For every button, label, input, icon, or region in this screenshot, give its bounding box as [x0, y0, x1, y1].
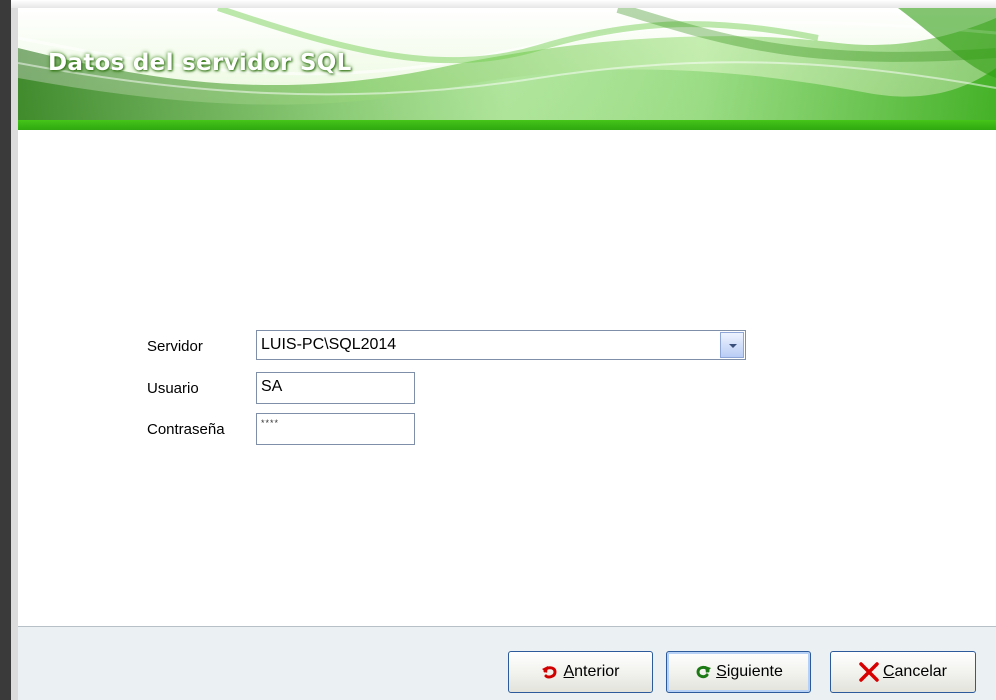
button-bar: Anterior Siguiente Cancelar: [18, 626, 996, 700]
siguiente-button[interactable]: Siguiente: [666, 651, 811, 693]
usuario-field[interactable]: SA: [256, 372, 415, 404]
usuario-value: SA: [261, 378, 283, 395]
chevron-down-icon[interactable]: [720, 332, 744, 358]
servidor-combobox[interactable]: LUIS-PC\SQL2014: [256, 330, 746, 360]
window-frame-top: [0, 0, 996, 8]
contrasena-masked-value: ****: [261, 418, 280, 428]
servidor-label: Servidor: [147, 338, 203, 355]
wizard-window: Datos del servidor SQL Servidor LUIS-PC\…: [18, 8, 996, 700]
window-frame-left-inner: [11, 8, 18, 700]
contrasena-label: Contraseña: [147, 421, 225, 438]
red-x-icon: [859, 662, 879, 682]
servidor-value: LUIS-PC\SQL2014: [261, 336, 397, 353]
anterior-label: Anterior: [563, 663, 620, 680]
window-frame-left: [0, 0, 11, 700]
anterior-button[interactable]: Anterior: [508, 651, 653, 693]
banner-accent-bar: [18, 120, 996, 130]
usuario-label: Usuario: [147, 380, 199, 397]
form-area: Servidor LUIS-PC\SQL2014 Usuario SA Cont…: [18, 130, 996, 626]
contrasena-field[interactable]: ****: [256, 413, 415, 445]
siguiente-label: Siguiente: [716, 663, 783, 680]
cancelar-label: Cancelar: [882, 663, 948, 680]
header-banner: Datos del servidor SQL: [18, 8, 996, 120]
undo-arrow-icon: [542, 666, 557, 679]
cancelar-button[interactable]: Cancelar: [830, 651, 976, 693]
refresh-arrow-icon: [696, 665, 712, 679]
banner-title: Datos del servidor SQL: [48, 50, 352, 76]
